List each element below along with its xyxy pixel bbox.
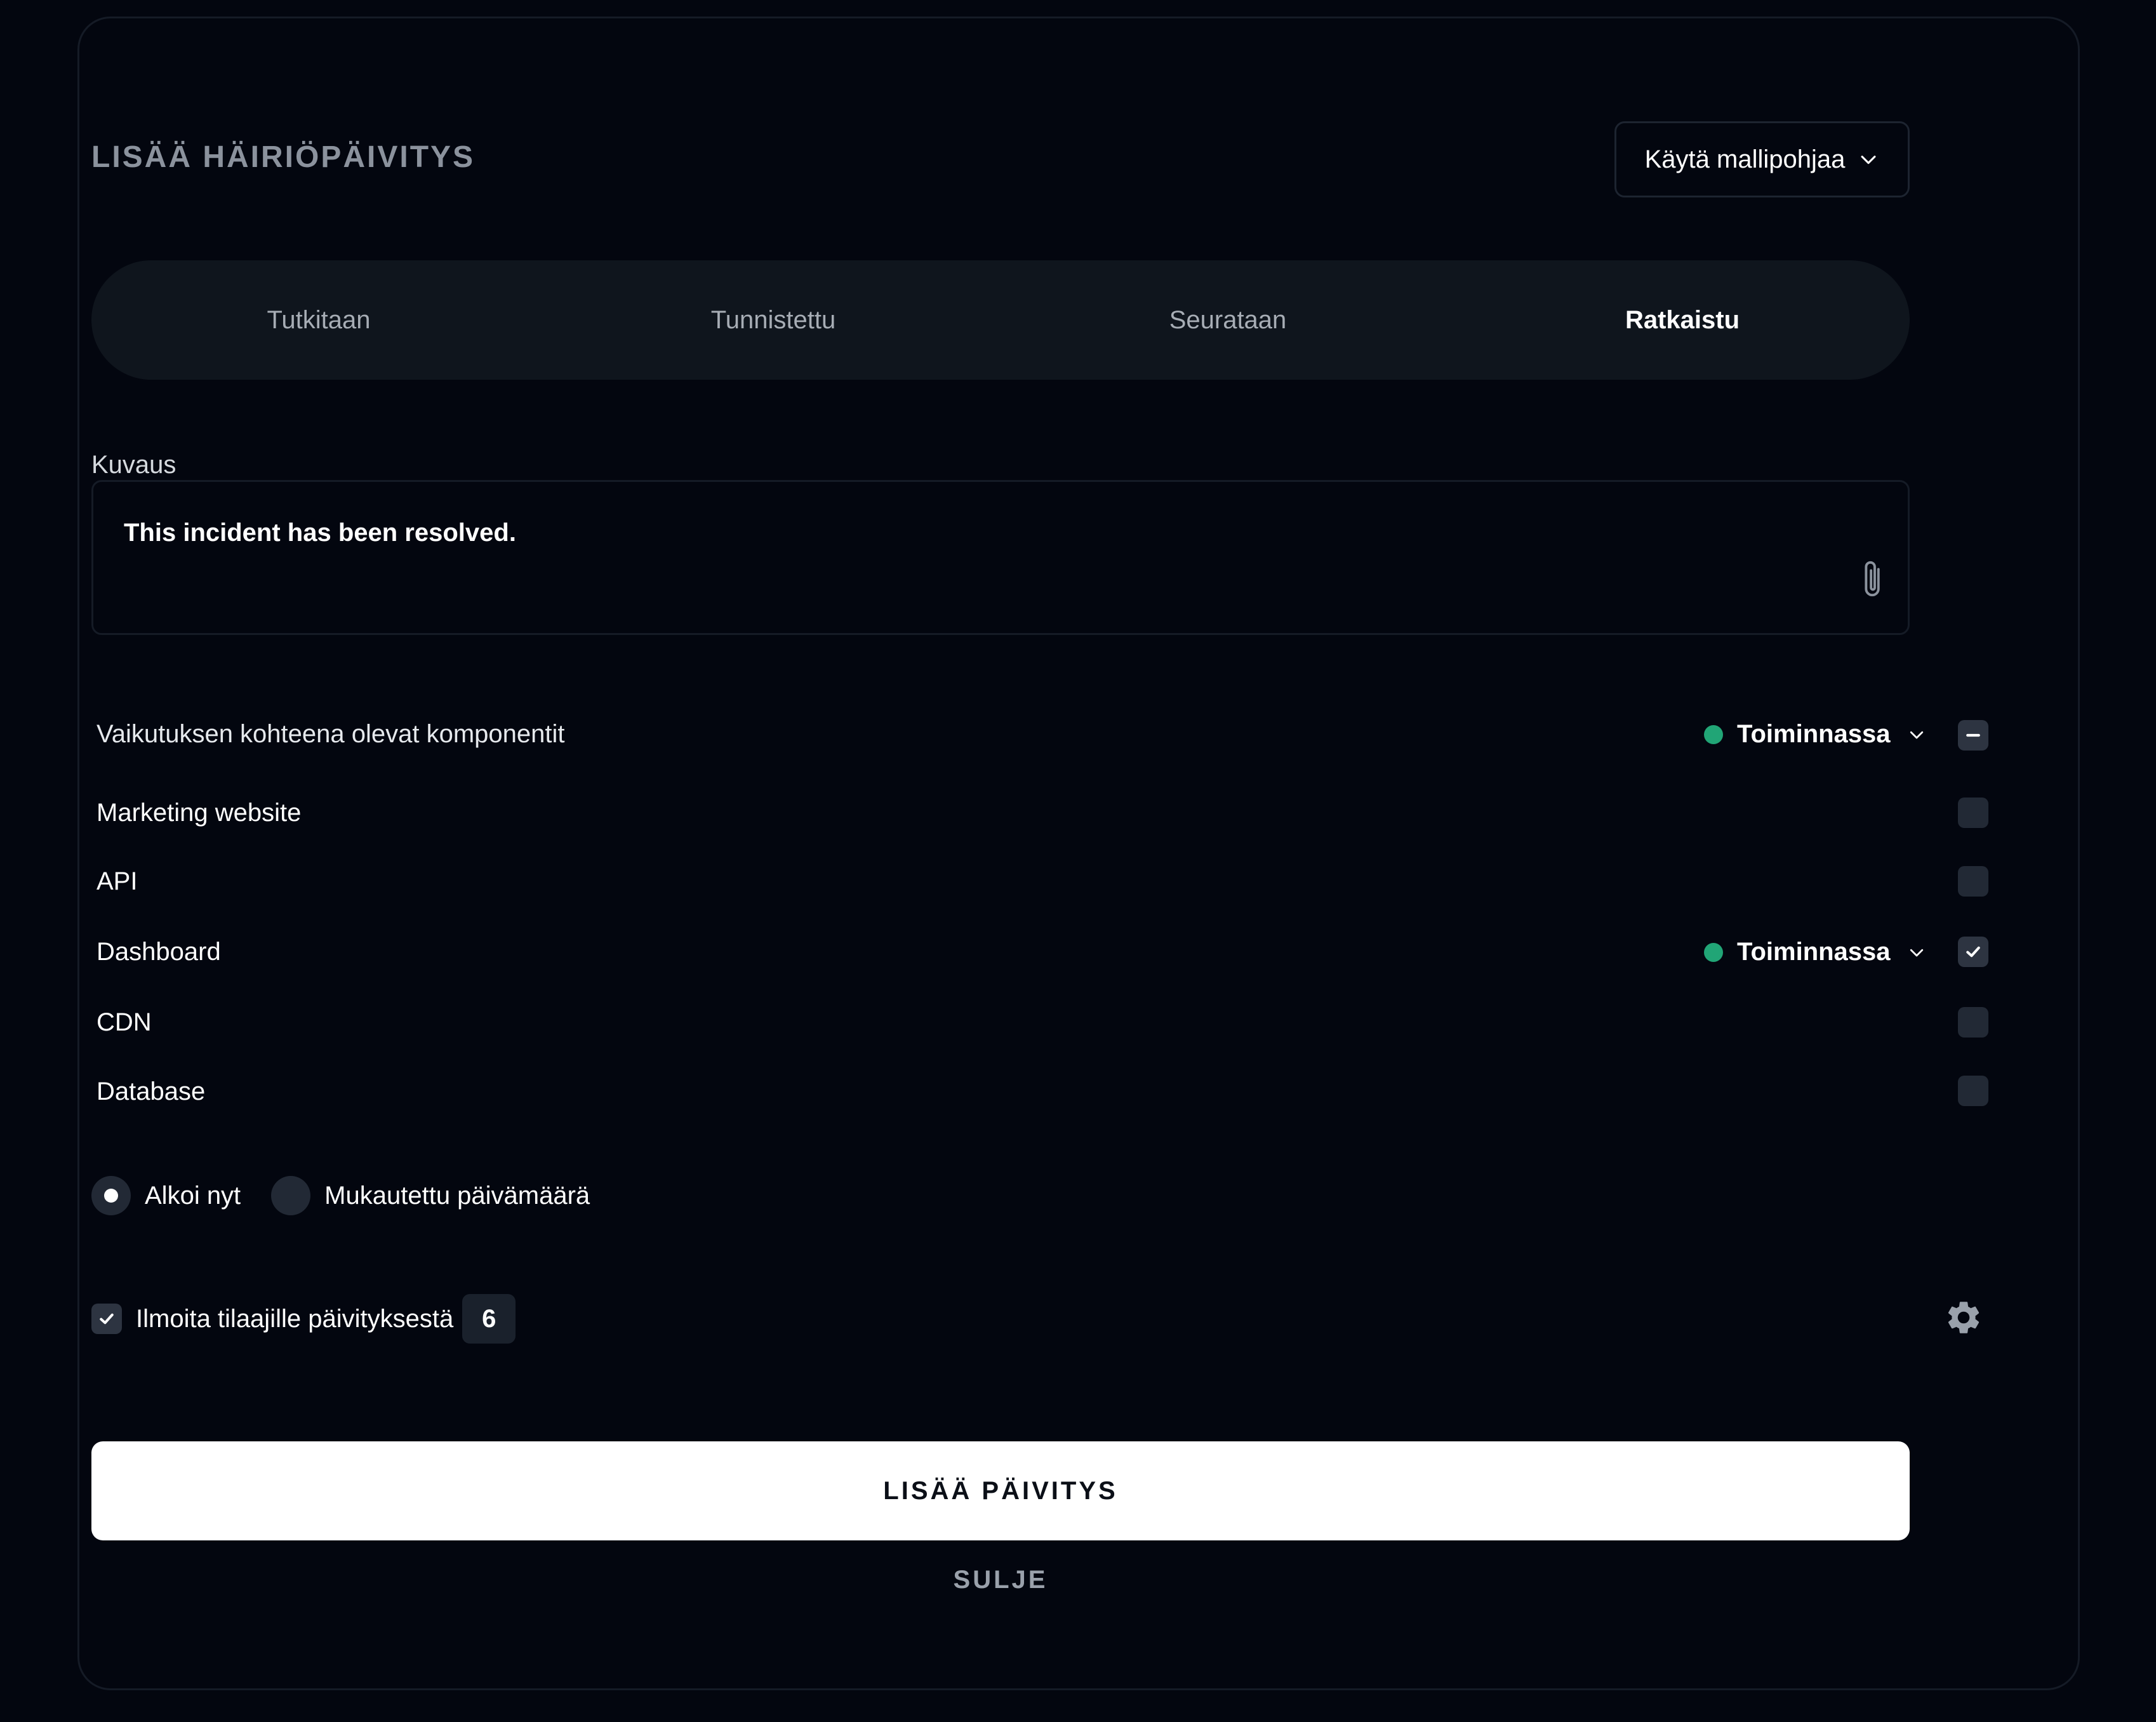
start-time-radio-group: Alkoi nyt Mukautettu päivämäärä bbox=[91, 1176, 620, 1215]
component-checkbox-database[interactable] bbox=[1958, 1076, 1988, 1106]
status-label: Toiminnassa bbox=[1737, 938, 1891, 966]
tab-ratkaistu[interactable]: Ratkaistu bbox=[1455, 260, 1910, 380]
chevron-down-icon bbox=[1910, 949, 1923, 956]
status-label: Toiminnassa bbox=[1737, 720, 1891, 748]
select-all-checkbox[interactable] bbox=[1958, 720, 1988, 751]
use-template-dropdown[interactable]: Käytä mallipohjaa bbox=[1614, 121, 1910, 197]
status-tabs: Tutkitaan Tunnistettu Seurataan Ratkaist… bbox=[91, 260, 1910, 380]
description-text: This incident has been resolved. bbox=[124, 519, 516, 547]
template-dropdown-label: Käytä mallipohjaa bbox=[1644, 145, 1846, 173]
modal-title: LISÄÄ HÄIRIÖPÄIVITYS bbox=[91, 140, 476, 174]
components-header-label: Vaikutuksen kohteena olevat komponentit bbox=[96, 720, 565, 748]
checkmark-icon bbox=[100, 1313, 114, 1325]
subscriber-count-badge: 6 bbox=[462, 1294, 516, 1344]
tab-tutkitaan[interactable]: Tutkitaan bbox=[91, 260, 546, 380]
component-checkbox-dashboard[interactable] bbox=[1958, 937, 1988, 967]
status-dot bbox=[1704, 724, 1723, 744]
close-button[interactable]: SULJE bbox=[91, 1566, 1910, 1594]
minus-icon bbox=[1966, 733, 1980, 737]
radio-selected-dot bbox=[104, 1189, 118, 1203]
component-label-cdn: CDN bbox=[96, 1008, 152, 1036]
gear-icon[interactable] bbox=[1944, 1298, 1983, 1337]
component-checkbox-api[interactable] bbox=[1958, 866, 1988, 897]
description-label: Kuvaus bbox=[91, 451, 176, 479]
components-bulk-status-dropdown[interactable]: Toiminnassa bbox=[1704, 720, 1926, 749]
component-checkbox-marketing-website[interactable] bbox=[1958, 798, 1988, 828]
add-update-button[interactable]: LISÄÄ PÄIVITYS bbox=[91, 1441, 1910, 1540]
status-dot bbox=[1704, 942, 1723, 962]
chevron-down-icon bbox=[1861, 156, 1876, 164]
description-textarea[interactable]: This incident has been resolved. bbox=[91, 480, 1910, 635]
component-checkbox-cdn[interactable] bbox=[1958, 1007, 1988, 1038]
notify-subscribers-label: Ilmoita tilaajille päivityksestä bbox=[136, 1304, 454, 1333]
component-label-database: Database bbox=[96, 1078, 206, 1105]
radio-started-now-label: Alkoi nyt bbox=[145, 1181, 241, 1210]
radio-custom-date[interactable] bbox=[271, 1176, 311, 1215]
chevron-down-icon bbox=[1910, 731, 1923, 738]
radio-started-now[interactable] bbox=[91, 1176, 131, 1215]
notify-subscribers-checkbox[interactable] bbox=[91, 1304, 122, 1334]
radio-custom-date-label: Mukautettu päivämäärä bbox=[324, 1181, 590, 1210]
checkmark-icon bbox=[1966, 946, 1980, 958]
component-label-marketing-website: Marketing website bbox=[96, 799, 302, 827]
tab-seurataan[interactable]: Seurataan bbox=[1001, 260, 1455, 380]
dashboard-status-dropdown[interactable]: Toiminnassa bbox=[1704, 938, 1926, 966]
component-label-api: API bbox=[96, 867, 138, 895]
tab-tunnistettu[interactable]: Tunnistettu bbox=[546, 260, 1001, 380]
notify-subscribers-row: Ilmoita tilaajille päivityksestä 6 bbox=[91, 1294, 516, 1344]
component-label-dashboard: Dashboard bbox=[96, 938, 221, 966]
paperclip-icon[interactable] bbox=[1861, 558, 1886, 600]
